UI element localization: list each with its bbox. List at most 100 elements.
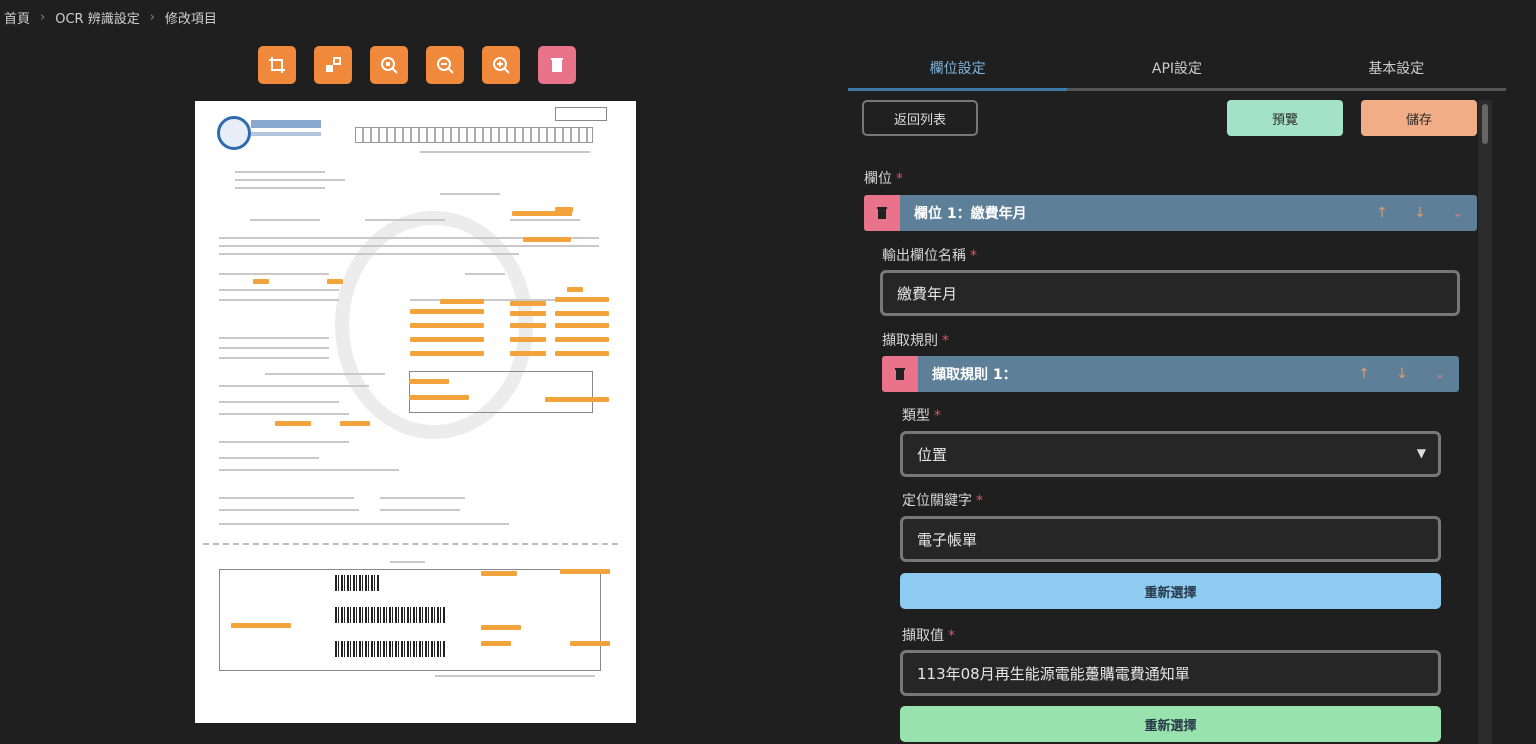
zoom-fit-button[interactable] xyxy=(370,46,408,84)
ocr-highlight xyxy=(409,395,469,400)
panel-scrollbar[interactable] xyxy=(1478,100,1492,744)
crop-icon xyxy=(269,57,285,73)
locate-keyword-input[interactable]: 電子帳單 xyxy=(900,516,1441,562)
ocr-highlight xyxy=(510,301,546,306)
ocr-highlight xyxy=(510,311,546,316)
breadcrumb-home[interactable]: 首頁 xyxy=(4,8,30,27)
rule-1-title: 擷取規則 1： xyxy=(932,367,1017,383)
ocr-highlight xyxy=(231,623,291,628)
fit-icon xyxy=(326,57,341,72)
ocr-highlight xyxy=(510,337,546,342)
delete-field-button[interactable] xyxy=(864,195,900,231)
rule-1-header[interactable]: 擷取規則 1： ↑ ↓ ⌄ xyxy=(882,356,1459,392)
tear-line xyxy=(203,543,618,545)
company-logo xyxy=(217,116,251,150)
ocr-highlight xyxy=(340,421,370,426)
doc-line xyxy=(250,219,320,221)
ocr-highlight xyxy=(560,569,610,574)
tab-api-settings[interactable]: API設定 xyxy=(1067,52,1286,88)
fields-label: 欄位 * xyxy=(864,171,903,187)
logo-text xyxy=(251,120,321,128)
extract-value-input[interactable]: 113年08月再生能源電能躉購電費通知單 xyxy=(900,650,1441,696)
chevron-right-icon: › xyxy=(149,10,155,25)
arrow-up-icon[interactable]: ↑ xyxy=(1345,366,1383,382)
ocr-highlight xyxy=(275,421,311,426)
ocr-highlight xyxy=(481,641,511,646)
barcode xyxy=(335,607,445,623)
reselect-value-button[interactable]: 重新選擇 xyxy=(900,706,1441,742)
arrow-down-icon[interactable]: ↓ xyxy=(1401,205,1439,221)
ocr-highlight xyxy=(253,279,269,284)
chevron-down-icon[interactable]: ⌄ xyxy=(1421,366,1459,382)
ocr-highlight xyxy=(567,287,583,292)
back-to-list-button[interactable]: 返回列表 xyxy=(862,100,978,136)
zoom-fit-icon xyxy=(381,57,398,74)
type-label: 類型 * xyxy=(902,408,941,424)
doc-line xyxy=(219,509,359,511)
tab-basic-settings[interactable]: 基本設定 xyxy=(1287,52,1506,88)
document-preview[interactable] xyxy=(195,101,636,723)
field-1-header[interactable]: 欄位 1：繳費年月 ↑ ↓ ⌄ xyxy=(864,195,1477,231)
locate-keyword-label: 定位關鍵字 * xyxy=(902,493,983,509)
ocr-highlight xyxy=(410,351,484,356)
doc-line xyxy=(380,509,460,511)
save-button[interactable]: 儲存 xyxy=(1361,100,1477,136)
barcode xyxy=(335,641,445,657)
ocr-highlight xyxy=(510,351,546,356)
doc-line xyxy=(235,171,325,173)
doc-line xyxy=(420,151,590,153)
preview-button[interactable]: 預覽 xyxy=(1227,100,1343,136)
doc-line xyxy=(465,273,505,275)
ocr-highlight xyxy=(481,625,521,630)
caret-down-icon: ▼ xyxy=(1416,446,1426,460)
doc-summary-box xyxy=(409,371,593,413)
doc-line xyxy=(365,219,445,221)
doc-line xyxy=(265,373,385,375)
delete-rule-button[interactable] xyxy=(882,356,918,392)
doc-line xyxy=(219,273,329,275)
trash-icon xyxy=(877,207,887,219)
trash-icon xyxy=(895,368,905,380)
doc-line xyxy=(219,299,339,301)
type-select[interactable]: 位置 ▼ xyxy=(900,431,1441,477)
arrow-up-icon[interactable]: ↑ xyxy=(1363,205,1401,221)
fit-button[interactable] xyxy=(314,46,352,84)
doc-line xyxy=(235,179,345,181)
delete-image-button[interactable] xyxy=(538,46,576,84)
ocr-highlight xyxy=(481,571,517,576)
arrow-down-icon[interactable]: ↓ xyxy=(1383,366,1421,382)
scrollbar-thumb[interactable] xyxy=(1482,104,1488,144)
doc-line xyxy=(219,497,354,499)
zoom-in-icon xyxy=(493,57,510,74)
ocr-highlight xyxy=(409,379,449,384)
tab-field-settings[interactable]: 欄位設定 xyxy=(848,52,1068,91)
doc-stamp-box xyxy=(555,107,607,121)
output-name-input[interactable]: 繳費年月 xyxy=(880,270,1460,316)
image-toolbar xyxy=(258,46,576,84)
logo-subtext xyxy=(251,132,321,136)
zoom-out-icon xyxy=(437,57,454,74)
chevron-down-icon[interactable]: ⌄ xyxy=(1439,205,1477,221)
reselect-keyword-button[interactable]: 重新選擇 xyxy=(900,573,1441,609)
extract-value-label: 擷取值 * xyxy=(902,628,955,644)
doc-line xyxy=(510,219,580,221)
chevron-right-icon: › xyxy=(40,10,46,25)
doc-line xyxy=(390,561,425,563)
ocr-highlight xyxy=(555,207,573,212)
doc-line xyxy=(219,357,329,359)
doc-line xyxy=(219,253,519,255)
doc-line xyxy=(219,385,369,387)
barcode xyxy=(335,575,380,591)
zoom-out-button[interactable] xyxy=(426,46,464,84)
doc-line xyxy=(219,523,509,525)
type-select-value: 位置 xyxy=(917,445,948,464)
zoom-in-button[interactable] xyxy=(482,46,520,84)
ocr-highlight xyxy=(555,323,609,328)
breadcrumb-ocr[interactable]: OCR 辨識設定 xyxy=(55,8,139,27)
trash-icon xyxy=(551,58,563,72)
doc-line xyxy=(219,469,399,471)
crop-button[interactable] xyxy=(258,46,296,84)
ocr-highlight xyxy=(555,337,609,342)
ocr-highlight xyxy=(510,323,546,328)
doc-line xyxy=(219,347,329,349)
